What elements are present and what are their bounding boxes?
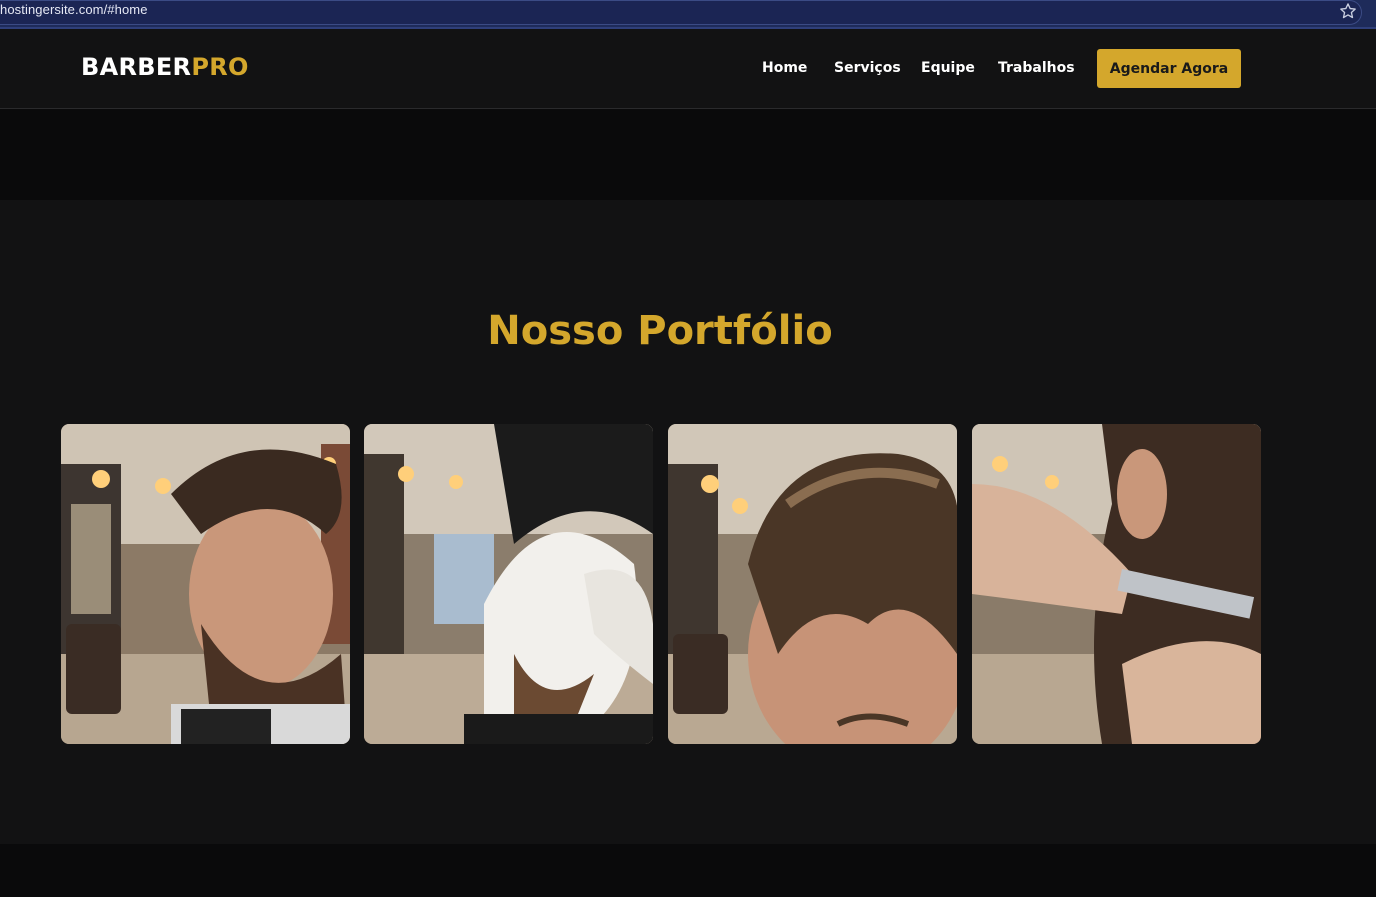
- portfolio-image-pompadour[interactable]: [668, 424, 957, 744]
- nav-trabalhos[interactable]: Trabalhos: [998, 60, 1075, 76]
- hero-bottom-band: [0, 109, 1376, 200]
- logo-accent: PRO: [191, 53, 249, 81]
- nav-servicos[interactable]: Serviços: [834, 60, 901, 76]
- browser-address-bar: hostingersite.com/#home: [0, 0, 1376, 29]
- portfolio-section: Nosso Portfólio: [0, 200, 1376, 844]
- section-title: Nosso Portfólio: [487, 308, 833, 354]
- nav-home[interactable]: Home: [762, 60, 807, 76]
- portfolio-image-razor-shave[interactable]: [972, 424, 1261, 744]
- portfolio-image-hot-towel[interactable]: [364, 424, 653, 744]
- url-text[interactable]: hostingersite.com/#home: [0, 2, 148, 17]
- logo-primary: BARBER: [81, 53, 192, 81]
- nav-equipe[interactable]: Equipe: [921, 60, 975, 76]
- logo[interactable]: BARBERPRO: [81, 53, 249, 81]
- portfolio-image-haircut[interactable]: [61, 424, 350, 744]
- book-now-button[interactable]: Agendar Agora: [1097, 49, 1241, 88]
- url-field[interactable]: [0, 0, 1362, 25]
- site-header: BARBERPRO Home Serviços Equipe Trabalhos…: [0, 29, 1376, 109]
- star-icon[interactable]: [1338, 1, 1358, 21]
- next-section-band: [0, 844, 1376, 897]
